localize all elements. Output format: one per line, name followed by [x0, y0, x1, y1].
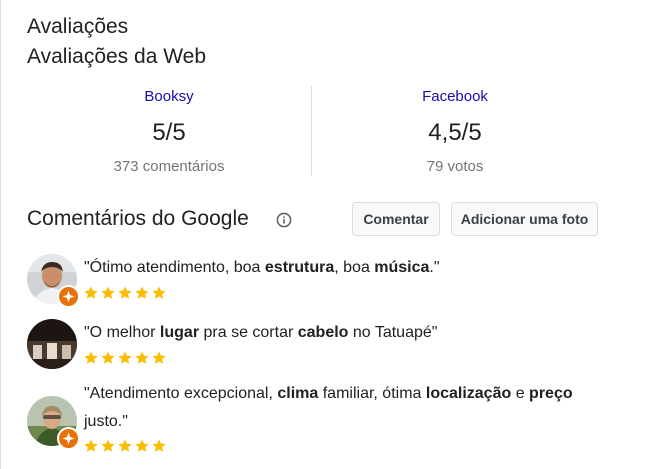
review-text: "O melhor lugar pra se cortar cabelo no …: [84, 324, 438, 341]
star-icon: [101, 351, 115, 364]
star-icon: [135, 351, 149, 364]
star-icon: [118, 351, 132, 364]
star-icon: [84, 351, 98, 364]
star-icon: [118, 439, 132, 452]
web-review-count: 373 comentários: [113, 158, 225, 175]
info-icon[interactable]: [276, 212, 292, 228]
star-icon: [152, 439, 166, 452]
web-review-facebook[interactable]: Facebook 4,5/5 79 votos: [320, 88, 590, 176]
star-rating: [83, 285, 167, 301]
review-text: "Ótimo atendimento, boa estrutura, boa m…: [84, 259, 440, 276]
panel-left-border: [0, 0, 1, 469]
avatar[interactable]: [27, 319, 77, 369]
web-review-count: 79 votos: [426, 158, 484, 175]
star-icon: [84, 286, 98, 299]
star-icon: [135, 286, 149, 299]
web-review-score: 5/5: [152, 119, 186, 146]
star-rating: [83, 438, 167, 454]
web-reviews-title: Avaliações da Web: [27, 45, 207, 68]
web-review-divider: [311, 86, 312, 176]
avatar[interactable]: [27, 254, 80, 308]
star-icon: [101, 286, 115, 299]
star-icon: [152, 351, 166, 364]
review-text: "Atendimento excepcional, clima familiar…: [84, 385, 573, 430]
web-review-score: 4,5/5: [428, 119, 482, 146]
avatar[interactable]: [27, 396, 80, 450]
star-icon: [84, 439, 98, 452]
star-icon: [101, 439, 115, 452]
section-title: Avaliações: [27, 15, 129, 38]
star-icon: [118, 286, 132, 299]
add-photo-button[interactable]: Adicionar uma foto: [451, 202, 598, 236]
local-guide-badge-icon: [57, 285, 80, 308]
star-rating: [83, 350, 167, 366]
web-review-booksy[interactable]: Booksy 5/5 373 comentários: [34, 88, 304, 176]
star-icon: [135, 439, 149, 452]
star-icon: [152, 286, 166, 299]
web-review-source[interactable]: Booksy: [34, 88, 304, 106]
web-review-source[interactable]: Facebook: [320, 88, 590, 106]
comment-button[interactable]: Comentar: [352, 202, 440, 236]
google-reviews-title: Comentários do Google: [27, 207, 249, 230]
local-guide-badge-icon: [57, 427, 80, 450]
